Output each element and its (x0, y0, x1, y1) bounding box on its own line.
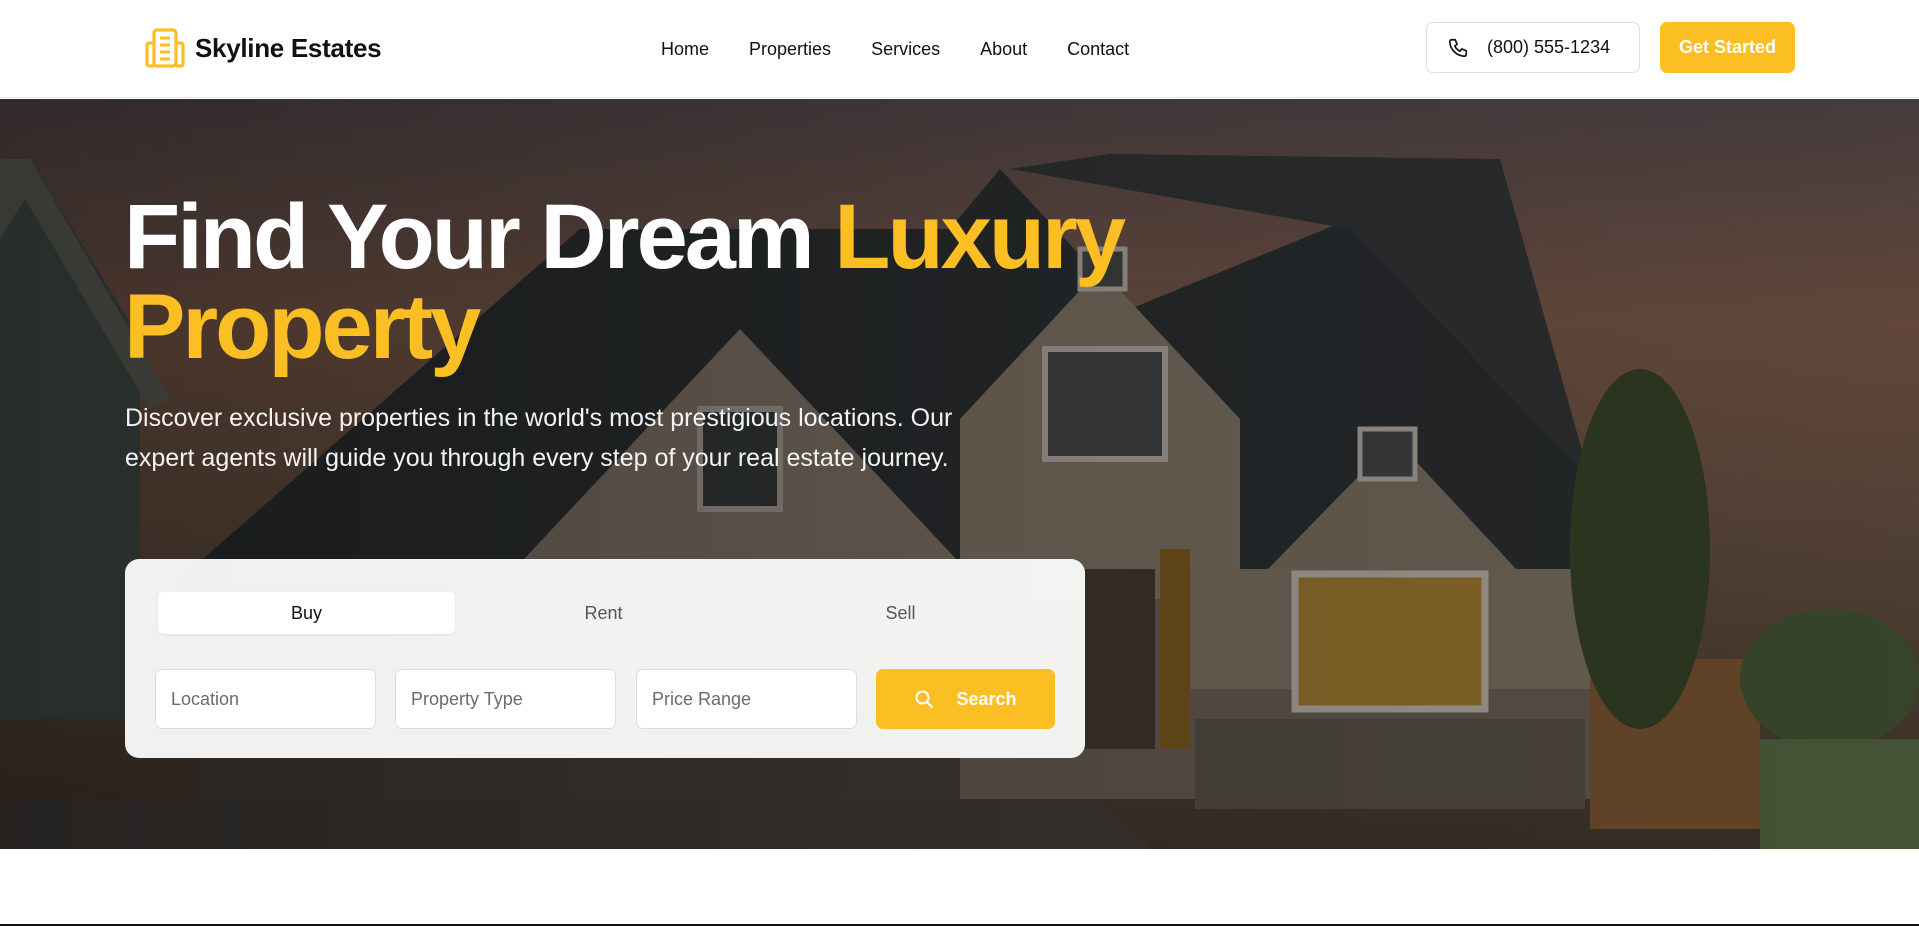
get-started-button[interactable]: Get Started (1660, 22, 1795, 73)
nav-services[interactable]: Services (871, 39, 940, 60)
search-button[interactable]: Search (876, 669, 1055, 729)
search-tabs: Buy Rent Sell (158, 592, 1051, 634)
property-search-card: Buy Rent Sell Search (125, 559, 1085, 758)
nav-home[interactable]: Home (661, 39, 709, 60)
property-type-input[interactable] (395, 669, 616, 729)
phone-icon (1448, 38, 1468, 57)
hero-title: Find Your Dream Luxury Property (124, 191, 1144, 373)
hero-subtitle: Discover exclusive properties in the wor… (125, 404, 953, 472)
price-range-input[interactable] (636, 669, 857, 729)
tab-rent[interactable]: Rent (455, 592, 752, 634)
nav-properties[interactable]: Properties (749, 39, 831, 60)
site-header: Skyline Estates Home Properties Services… (0, 0, 1919, 98)
phone-number: (800) 555-1234 (1487, 37, 1611, 57)
brand-logo[interactable]: Skyline Estates (145, 27, 382, 69)
nav-about[interactable]: About (980, 39, 1027, 60)
nav-contact[interactable]: Contact (1067, 39, 1129, 60)
brand-name: Skyline Estates (195, 32, 382, 63)
building-icon (145, 28, 185, 68)
phone-button[interactable]: (800) 555-1234 (1426, 22, 1640, 73)
hero-section: Find Your Dream Luxury Property Discover… (0, 99, 1919, 849)
tab-sell[interactable]: Sell (752, 592, 1049, 634)
search-icon (915, 690, 934, 708)
hero-title-main: Find Your Dream (124, 186, 835, 288)
search-button-label: Search (956, 688, 1017, 709)
tab-buy[interactable]: Buy (158, 592, 455, 634)
location-input[interactable] (155, 669, 376, 729)
main-nav: Home Properties Services About Contact (661, 35, 1129, 63)
